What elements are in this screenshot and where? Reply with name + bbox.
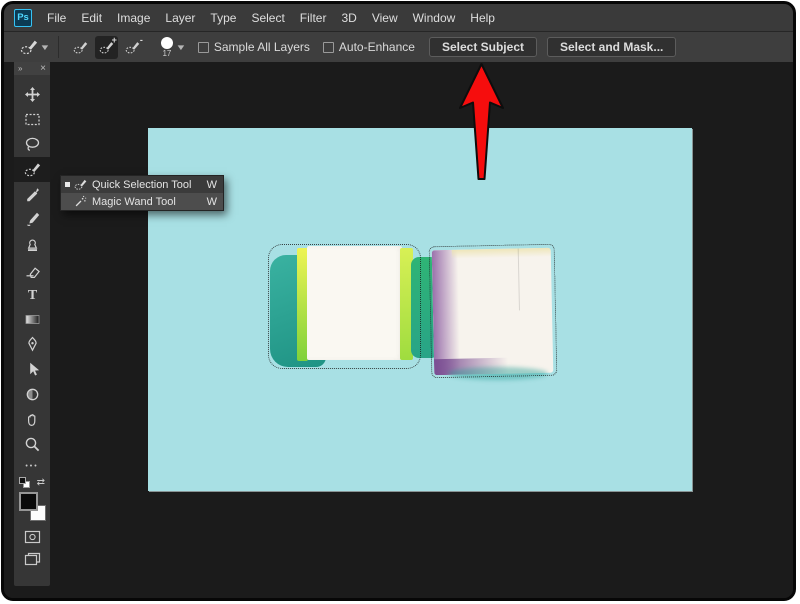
tool-preset-picker[interactable]: ▼ <box>20 38 49 56</box>
menu-window[interactable]: Window <box>413 11 456 25</box>
auto-enhance-label: Auto-Enhance <box>339 40 415 54</box>
add-to-selection-mode-button[interactable]: + <box>95 36 118 59</box>
tools-panel: » × <box>14 62 50 586</box>
document-canvas[interactable] <box>148 128 692 491</box>
move-icon <box>24 86 41 103</box>
red-arrow-annotation <box>458 62 505 182</box>
quick-selection-tool[interactable] <box>14 157 50 182</box>
menu-edit[interactable]: Edit <box>81 11 102 25</box>
menu-image[interactable]: Image <box>117 11 150 25</box>
brush-tip-preview <box>161 37 173 49</box>
type-icon: T <box>24 286 41 303</box>
sample-all-layers-option: Sample All Layers <box>198 40 310 54</box>
hand-icon <box>24 411 41 428</box>
zoom-tool[interactable] <box>14 432 50 457</box>
gradient-tool[interactable] <box>14 307 50 332</box>
clone-stamp-icon <box>24 236 41 253</box>
lasso-icon <box>24 136 41 153</box>
clone-stamp-tool[interactable] <box>14 232 50 257</box>
eyedropper-tool[interactable] <box>14 182 50 207</box>
rectangular-marquee-tool[interactable] <box>14 107 50 132</box>
eyedropper-icon <box>24 186 41 203</box>
quick-selection-icon <box>74 178 87 191</box>
auto-enhance-option: Auto-Enhance <box>323 40 415 54</box>
menu-3d[interactable]: 3D <box>341 11 356 25</box>
selection-marching-ants-left <box>268 244 421 369</box>
default-colors-icon[interactable] <box>19 477 30 488</box>
menu-select[interactable]: Select <box>251 11 284 25</box>
tool-options-bar: ▼ + - 17 ▼ Sample All Layers Auto-Enhanc… <box>4 31 793 62</box>
swatch-utilities: ⇄ <box>19 477 45 488</box>
flyout-item-shortcut: W <box>207 196 217 208</box>
flyout-item-shortcut: W <box>207 179 217 191</box>
path-selection-tool[interactable] <box>14 357 50 382</box>
type-tool[interactable]: T <box>14 282 50 307</box>
flyout-item-label: Magic Wand Tool <box>92 196 201 208</box>
chevron-down-icon[interactable]: ▼ <box>175 43 186 52</box>
foreground-background-swatches <box>19 492 46 521</box>
menu-type[interactable]: Type <box>210 11 236 25</box>
sample-all-layers-checkbox[interactable] <box>198 42 209 53</box>
dodge-icon <box>24 386 41 403</box>
brush-icon <box>24 211 41 228</box>
eraser-icon <box>24 261 41 278</box>
close-panel-icon[interactable]: × <box>40 64 46 74</box>
flyout-item-label: Quick Selection Tool <box>92 179 201 191</box>
brush-size-picker[interactable]: 17 <box>161 37 173 58</box>
toolbar-bottom-icons <box>14 530 50 566</box>
minus-mark: - <box>140 36 143 45</box>
pen-tool[interactable] <box>14 332 50 357</box>
select-subject-button[interactable]: Select Subject <box>429 37 537 57</box>
brush-tool[interactable] <box>14 207 50 232</box>
quick-mask-icon[interactable] <box>24 530 41 544</box>
gradient-icon <box>24 311 41 328</box>
flyout-item-quick-selection[interactable]: Quick Selection Tool W <box>61 176 223 193</box>
selection-marching-ants-right <box>429 244 558 379</box>
lasso-tool[interactable] <box>14 132 50 157</box>
brush-size-value: 17 <box>162 50 171 58</box>
screen-mode-icon[interactable] <box>24 552 41 566</box>
magic-wand-icon <box>74 195 87 208</box>
dodge-tool[interactable] <box>14 382 50 407</box>
eraser-tool[interactable] <box>14 257 50 282</box>
marquee-icon <box>24 111 41 128</box>
quick-selection-icon <box>24 161 41 178</box>
svg-text:T: T <box>27 288 37 303</box>
brush-icon <box>73 40 88 55</box>
menu-help[interactable]: Help <box>470 11 495 25</box>
subtract-from-selection-mode-button[interactable]: - <box>121 36 144 59</box>
new-selection-mode-button[interactable] <box>69 36 92 59</box>
edit-toolbar-ellipsis-icon[interactable]: ••• <box>14 463 50 470</box>
quick-selection-icon <box>20 38 38 56</box>
menu-view[interactable]: View <box>372 11 398 25</box>
collapse-panel-icon[interactable]: » <box>18 64 22 73</box>
flyout-item-magic-wand[interactable]: Magic Wand Tool W <box>61 193 223 210</box>
brush-minus-icon <box>125 40 140 55</box>
plus-mark: + <box>112 36 117 45</box>
divider <box>58 36 59 58</box>
chevron-down-icon: ▼ <box>39 43 50 52</box>
photoshop-window: Ps File Edit Image Layer Type Select Fil… <box>1 1 796 601</box>
swap-colors-icon[interactable]: ⇄ <box>37 477 45 488</box>
auto-enhance-checkbox[interactable] <box>323 42 334 53</box>
photoshop-logo-icon: Ps <box>14 9 32 27</box>
cursor-arrow-icon <box>24 361 41 378</box>
tools-panel-header: » × <box>14 62 50 75</box>
hand-tool[interactable] <box>14 407 50 432</box>
select-and-mask-button[interactable]: Select and Mask... <box>547 37 676 57</box>
mini-black-swatch <box>19 477 26 484</box>
foreground-color-swatch[interactable] <box>19 492 38 511</box>
menu-bar: Ps File Edit Image Layer Type Select Fil… <box>4 4 793 31</box>
tool-buttons: T <box>14 75 50 457</box>
menu-file[interactable]: File <box>47 11 66 25</box>
menu-filter[interactable]: Filter <box>300 11 327 25</box>
tool-flyout-menu: Quick Selection Tool W Magic Wand Tool W <box>60 175 224 211</box>
magnifier-icon <box>24 436 41 453</box>
menu-layer[interactable]: Layer <box>165 11 195 25</box>
menu-items: File Edit Image Layer Type Select Filter… <box>47 11 495 25</box>
move-tool[interactable] <box>14 82 50 107</box>
sample-all-layers-label: Sample All Layers <box>214 40 310 54</box>
current-tool-bullet <box>65 182 70 187</box>
pen-icon <box>24 336 41 353</box>
